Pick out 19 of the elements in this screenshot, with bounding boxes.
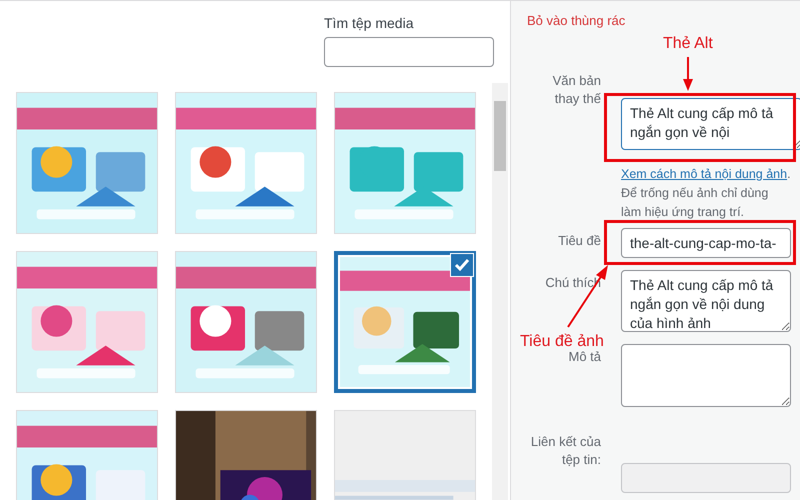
alt-text-field[interactable]: Thẻ Alt cung cấp mô tả ngắn gọn về nội (621, 98, 800, 150)
annotation-text: Tiêu đề ảnh (520, 333, 604, 351)
check-icon[interactable] (450, 253, 474, 277)
caption-field[interactable]: Thẻ Alt cung cấp mô tả ngắn gọn về nội dung của hình ảnh (621, 270, 791, 332)
media-thumbnail[interactable] (334, 251, 476, 393)
alt-text-label: Văn bản thay thế (552, 72, 601, 108)
description-field[interactable] (621, 344, 791, 407)
annotation-arrow (683, 57, 693, 91)
scrollbar[interactable] (492, 83, 508, 500)
help-text: Xem cách mô tả nội dung ảnh. Để trống nếu ảnh chỉ dùng làm hiệu ứng trang trí. (621, 166, 791, 221)
help-link[interactable]: Xem cách mô tả nội dung ảnh (621, 167, 788, 181)
annotation-text: Thẻ Alt (663, 35, 713, 53)
description-label: Mô tả (567, 348, 601, 366)
search-label: Tìm tệp media (324, 15, 414, 31)
title-label: Tiêu đề (557, 232, 601, 250)
file-url-label: Liên kết của tệp tin: (530, 433, 601, 469)
title-field[interactable]: the-alt-cung-cap-mo-ta- (621, 228, 791, 258)
trash-link[interactable]: Bỏ vào thùng rác (527, 13, 791, 28)
search-field[interactable] (324, 37, 494, 67)
